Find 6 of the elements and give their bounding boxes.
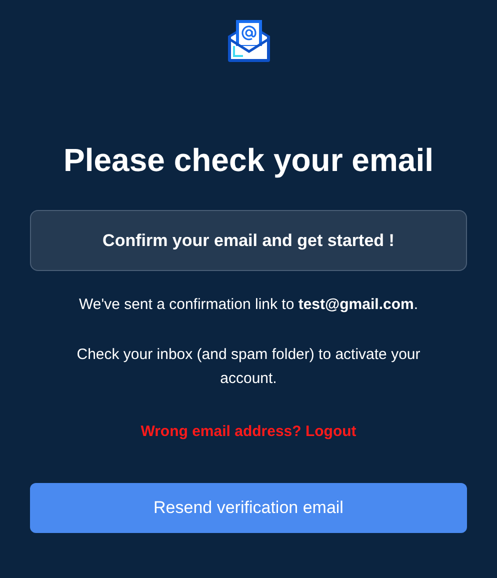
resend-button[interactable]: Resend verification email (30, 483, 467, 533)
instructions-text: Check your inbox (and spam folder) to activate your account. (76, 345, 422, 389)
logout-link[interactable]: Wrong email address? Logout (140, 420, 356, 444)
message-banner: Confirm your email and get started ! (30, 210, 467, 271)
sent-message: We've sent a confirmation link to test@gmail.com. (78, 295, 418, 315)
page-title: Please check your email (64, 141, 434, 180)
